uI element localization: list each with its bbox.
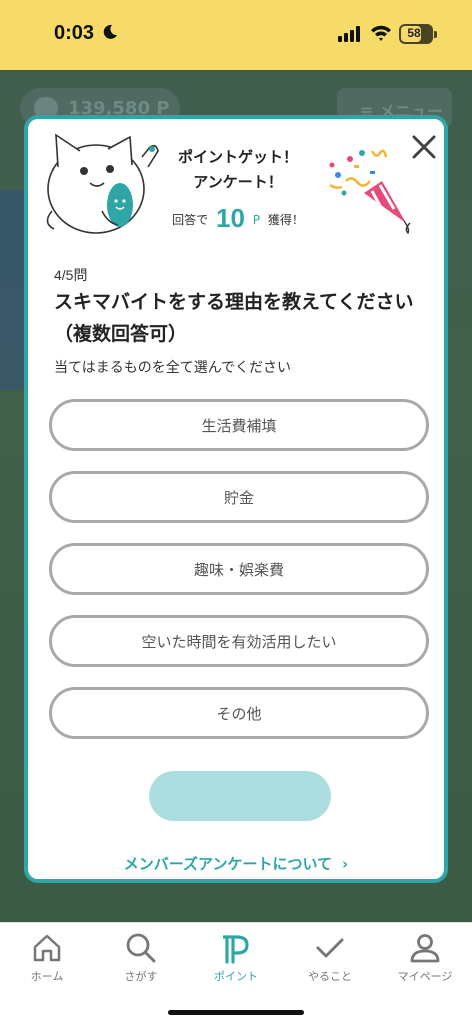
- tab-points[interactable]: ポイント: [189, 923, 283, 993]
- option-savings[interactable]: 貯金: [49, 471, 429, 523]
- close-button[interactable]: [408, 131, 440, 163]
- tab-search[interactable]: さがす: [94, 923, 188, 993]
- status-time: 0:03: [54, 22, 95, 44]
- option-living-expenses[interactable]: 生活費補填: [49, 399, 429, 451]
- bottom-tab-bar: ホーム さがす ポイント やること マイページ: [0, 922, 472, 1024]
- question-instruction: 当てはまるものを全て選んでください: [54, 360, 292, 376]
- modal-title-line2: アンケート！: [193, 173, 283, 191]
- option-hobby-entertainment[interactable]: 趣味・娯楽費: [49, 543, 429, 595]
- option-other[interactable]: その他: [49, 687, 429, 739]
- tab-todo[interactable]: やること: [283, 923, 377, 993]
- tab-mypage[interactable]: マイページ: [378, 923, 472, 993]
- signal-icon: [338, 26, 362, 46]
- tab-points-label: ポイント: [214, 970, 258, 983]
- modal-title-line1: ポイントゲット！: [177, 148, 298, 166]
- tab-todo-label: やること: [308, 970, 352, 983]
- points-icon: [223, 935, 249, 964]
- battery-level: 58: [407, 26, 421, 40]
- status-bar: 0:03 58: [0, 0, 472, 70]
- person-icon: [410, 934, 440, 963]
- home-indicator: [168, 1010, 304, 1015]
- survey-modal: ポイントゲット！ アンケート！ 回答で 10 P 獲得！ 4/5問 スキマバイト…: [24, 115, 448, 883]
- check-icon: [316, 938, 344, 958]
- tab-mypage-label: マイページ: [397, 970, 453, 983]
- option-use-free-time[interactable]: 空いた時間を有効活用したい: [49, 615, 429, 667]
- cat-mascot-icon: [38, 127, 162, 243]
- about-survey-link-label: メンバーズアンケートについて: [123, 855, 332, 873]
- reward-suffix: 獲得！: [267, 213, 304, 227]
- reward-text: 回答で 10 P 獲得！: [168, 203, 308, 234]
- moon-icon: [101, 23, 119, 45]
- question-progress: 4/5問: [54, 267, 88, 283]
- close-icon: [412, 135, 436, 159]
- tab-home-label: ホーム: [30, 970, 64, 983]
- tab-search-label: さがす: [124, 970, 158, 983]
- search-icon: [126, 933, 156, 963]
- wifi-icon: [370, 24, 392, 46]
- reward-unit: P: [252, 213, 260, 227]
- tab-home[interactable]: ホーム: [0, 923, 94, 993]
- battery-icon: 58: [399, 24, 433, 44]
- reward-prefix: 回答で: [172, 213, 209, 227]
- question-text: スキマバイトをする理由を教えてください（複数回答可）: [54, 291, 414, 345]
- home-icon: [33, 934, 61, 962]
- chevron-right-icon: ›: [342, 855, 349, 873]
- reward-value: 10: [216, 203, 245, 233]
- next-button[interactable]: [149, 771, 331, 821]
- about-survey-link[interactable]: メンバーズアンケートについて ›: [28, 853, 444, 874]
